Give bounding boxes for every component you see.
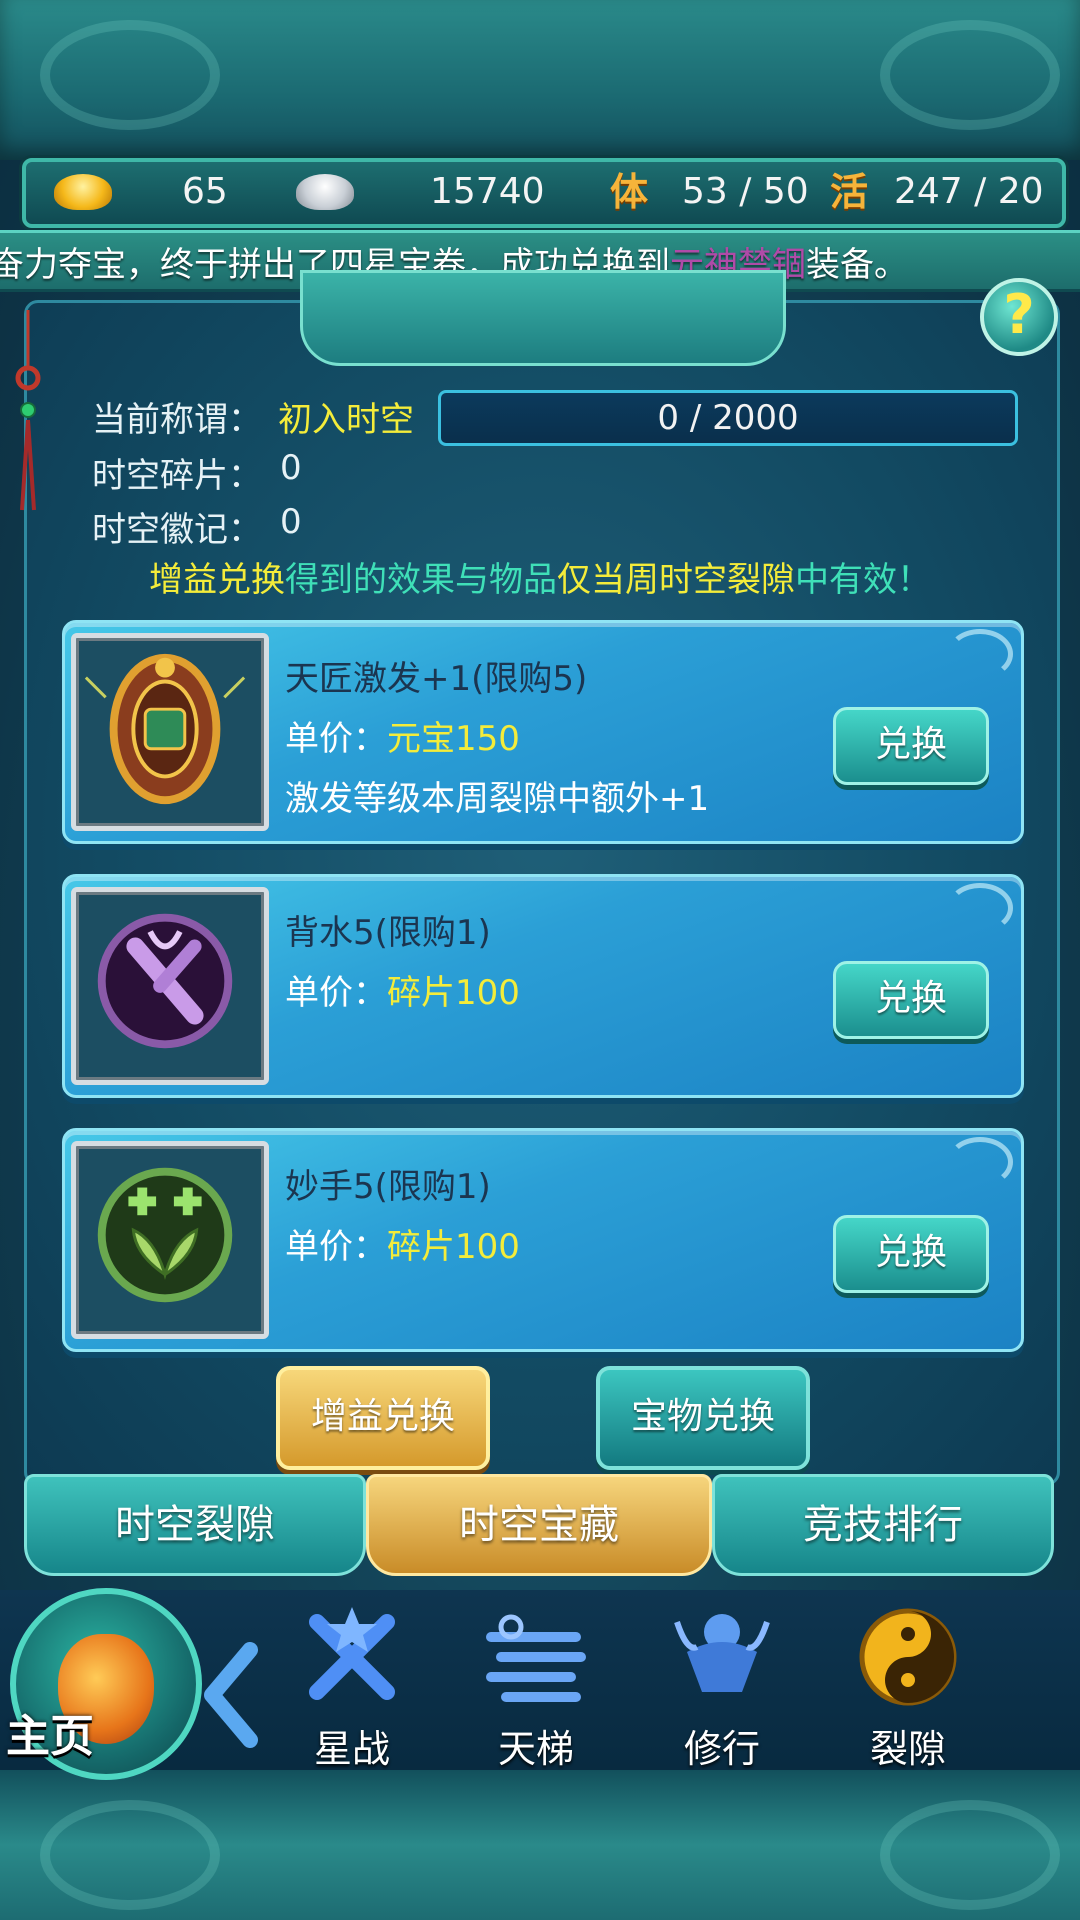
yin-yang-icon [859, 1608, 957, 1706]
nav-item-meditation[interactable]: 修行 [652, 1602, 792, 1773]
item-price-label: 单价： [285, 973, 387, 1013]
corner-curl-decor [947, 883, 1013, 933]
home-label: 主页 [6, 1711, 94, 1762]
title-progress-bar: 0 / 2000 [438, 390, 1018, 446]
item-thumbnail [71, 633, 269, 831]
item-price-label: 单价： [285, 719, 387, 759]
item-title: 背水5(限购1) [285, 913, 491, 953]
tab-rift[interactable]: 时空裂隙 [24, 1474, 366, 1576]
title-value: 初入时空 [278, 400, 414, 440]
notice-text: 增益兑换得到的效果与物品仅当周时空裂隙中有效！ [0, 552, 1080, 601]
redeem-button[interactable]: 兑换 [833, 961, 989, 1039]
cloud-swirl-decor [880, 20, 1060, 130]
resource-bar: 65 15740 体 53 / 50 活 247 / 20 [22, 158, 1066, 228]
item-title: 天匠激发+1(限购5) [285, 659, 588, 699]
buff-exchange-tab[interactable]: 增益兑换 [276, 1366, 490, 1470]
item-card: 天匠激发+1(限购5) 单价：元宝150 激发等级本周裂隙中额外+1 兑换 [62, 620, 1024, 844]
nav-item-label: 裂隙 [869, 1727, 946, 1771]
gold-amount: 65 [182, 171, 228, 212]
activity-icon: 活 [830, 170, 869, 214]
item-card: 背水5(限购1) 单价：碎片100 兑换 [62, 874, 1024, 1098]
cloud-swirl-decor [40, 1800, 220, 1910]
item-price: 碎片100 [387, 1227, 520, 1267]
nav-item-star-battle[interactable]: 星战 [282, 1602, 422, 1773]
fragments-value: 0 [280, 448, 302, 488]
panel-scroll-header [300, 270, 786, 366]
ticker-text-after: 装备。 [806, 245, 908, 285]
notice-part1: 增益兑换 [149, 560, 285, 600]
item-thumbnail [71, 1141, 269, 1339]
redeem-button[interactable]: 兑换 [833, 707, 989, 785]
sky-ladder-icon [486, 1614, 586, 1702]
item-card: 妙手5(限购1) 单价：碎片100 兑换 [62, 1128, 1024, 1352]
chevron-left-icon[interactable] [200, 1640, 260, 1750]
item-price-row: 单价：元宝150 [285, 711, 520, 760]
nav-item-label: 天梯 [497, 1727, 574, 1771]
silver-ingot-icon [296, 174, 354, 210]
notice-part4: 中有效！ [795, 560, 931, 600]
treasure-exchange-tab[interactable]: 宝物兑换 [596, 1366, 810, 1470]
item-title: 妙手5(限购1) [285, 1167, 491, 1207]
item-thumbnail [71, 887, 269, 1085]
item-price-row: 单价：碎片100 [285, 1219, 520, 1268]
chinese-knot-icon [15, 310, 41, 511]
item-price: 碎片100 [387, 973, 520, 1013]
notice-part3: 仅当周时空裂隙 [557, 560, 795, 600]
help-button[interactable]: ? [980, 278, 1058, 356]
item-description: 激发等级本周裂隙中额外+1 [285, 779, 710, 819]
nav-item-label: 星战 [313, 1727, 390, 1771]
stamina-amount: 53 / 50 [682, 171, 809, 212]
shield-token-icon [84, 653, 246, 805]
star-battle-icon [309, 1607, 395, 1700]
nav-item-label: 修行 [683, 1727, 760, 1771]
stamina-icon: 体 [610, 170, 649, 214]
fragments-label: 时空碎片： [92, 456, 262, 496]
emblems-value: 0 [280, 502, 302, 542]
tab-ranking[interactable]: 竞技排行 [712, 1474, 1054, 1576]
redeem-button[interactable]: 兑换 [833, 1215, 989, 1293]
notice-part2: 得到的效果与物品 [285, 560, 557, 600]
item-price: 元宝150 [387, 719, 520, 759]
cloud-swirl-decor [40, 20, 220, 130]
nav-item-rift[interactable]: 裂隙 [838, 1602, 978, 1773]
tab-treasure[interactable]: 时空宝藏 [366, 1474, 712, 1576]
lotus-heal-icon [97, 1167, 233, 1303]
activity-amount: 247 / 20 [894, 171, 1044, 212]
silver-amount: 15740 [430, 171, 545, 212]
title-label: 当前称谓： [92, 400, 262, 440]
gold-ingot-icon [54, 174, 112, 210]
corner-curl-decor [947, 1137, 1013, 1187]
nav-item-sky-ladder[interactable]: 天梯 [466, 1602, 606, 1773]
crossed-swords-icon [97, 913, 233, 1049]
item-price-row: 单价：碎片100 [285, 965, 520, 1014]
item-price-label: 单价： [285, 1227, 387, 1267]
cloud-swirl-decor [880, 1800, 1060, 1910]
meditation-icon [674, 1614, 770, 1692]
emblems-label: 时空徽记： [92, 510, 262, 550]
corner-curl-decor [947, 629, 1013, 679]
